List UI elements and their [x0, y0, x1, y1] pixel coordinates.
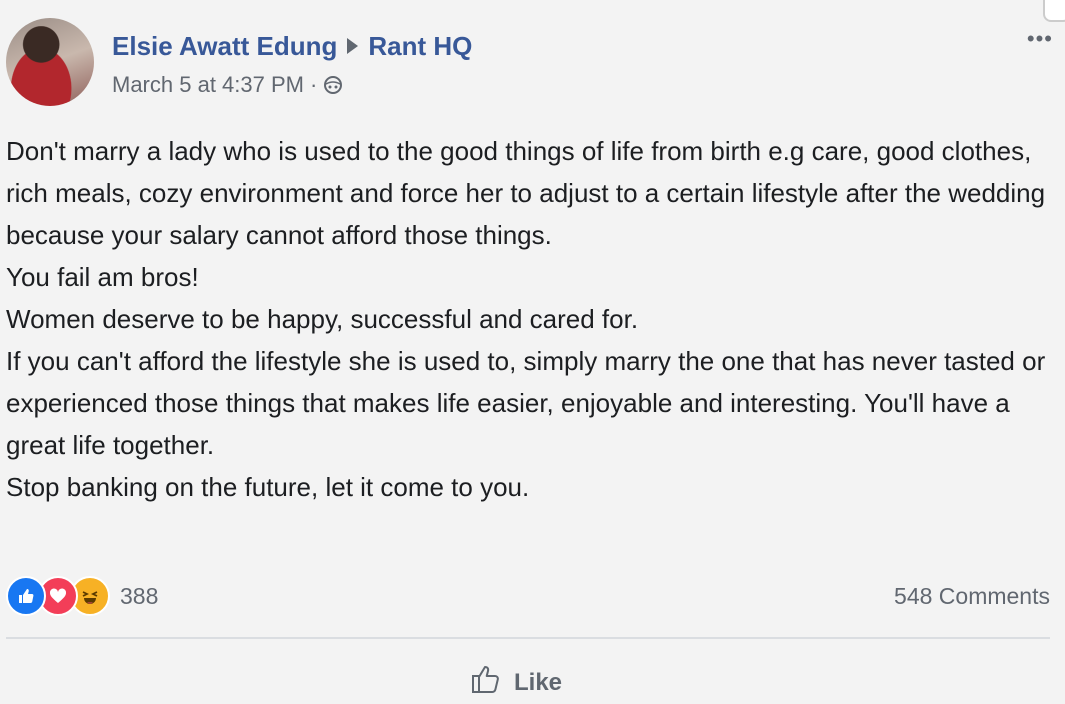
- post-paragraph: Stop banking on the future, let it come …: [6, 472, 530, 502]
- comments-count-link[interactable]: 548 Comments: [894, 583, 1050, 610]
- post-paragraph: Women deserve to be happy, successful an…: [6, 304, 639, 334]
- post-meta: March 5 at 4:37 PM ·: [112, 72, 472, 98]
- shared-to-arrow-icon: [347, 38, 359, 54]
- meta-separator: ·: [309, 72, 318, 97]
- post-paragraph: Don't marry a lady who is used to the go…: [6, 136, 1046, 250]
- post-timestamp-link[interactable]: March 5 at 4:37 PM: [112, 72, 304, 98]
- reactions-summary[interactable]: 388: [6, 576, 158, 616]
- post-title-line: Elsie Awatt Edung Rant HQ: [112, 28, 472, 64]
- reaction-count: 388: [120, 582, 159, 609]
- author-name-link[interactable]: Elsie Awatt Edung: [112, 28, 337, 64]
- post-stats: 388 548 Comments: [6, 576, 1050, 616]
- more-options-icon[interactable]: •••: [1027, 28, 1053, 50]
- thumbs-up-icon: [470, 662, 504, 703]
- divider: [6, 637, 1050, 639]
- facebook-post: Elsie Awatt Edung Rant HQ March 5 at 4:3…: [0, 0, 1065, 704]
- post-body: Don't marry a lady who is used to the go…: [6, 130, 1051, 508]
- post-paragraph: You fail am bros!: [6, 262, 199, 292]
- privacy-icon[interactable]: [323, 75, 343, 95]
- like-icon: [6, 576, 46, 616]
- author-avatar[interactable]: [6, 18, 94, 106]
- window-corner-control: [1043, 0, 1065, 22]
- group-name-link[interactable]: Rant HQ: [368, 28, 472, 64]
- like-label: Like: [514, 668, 563, 696]
- post-paragraph: If you can't afford the lifestyle she is…: [6, 346, 1046, 460]
- like-button[interactable]: Like: [470, 662, 562, 703]
- post-header: Elsie Awatt Edung Rant HQ March 5 at 4:3…: [112, 28, 472, 98]
